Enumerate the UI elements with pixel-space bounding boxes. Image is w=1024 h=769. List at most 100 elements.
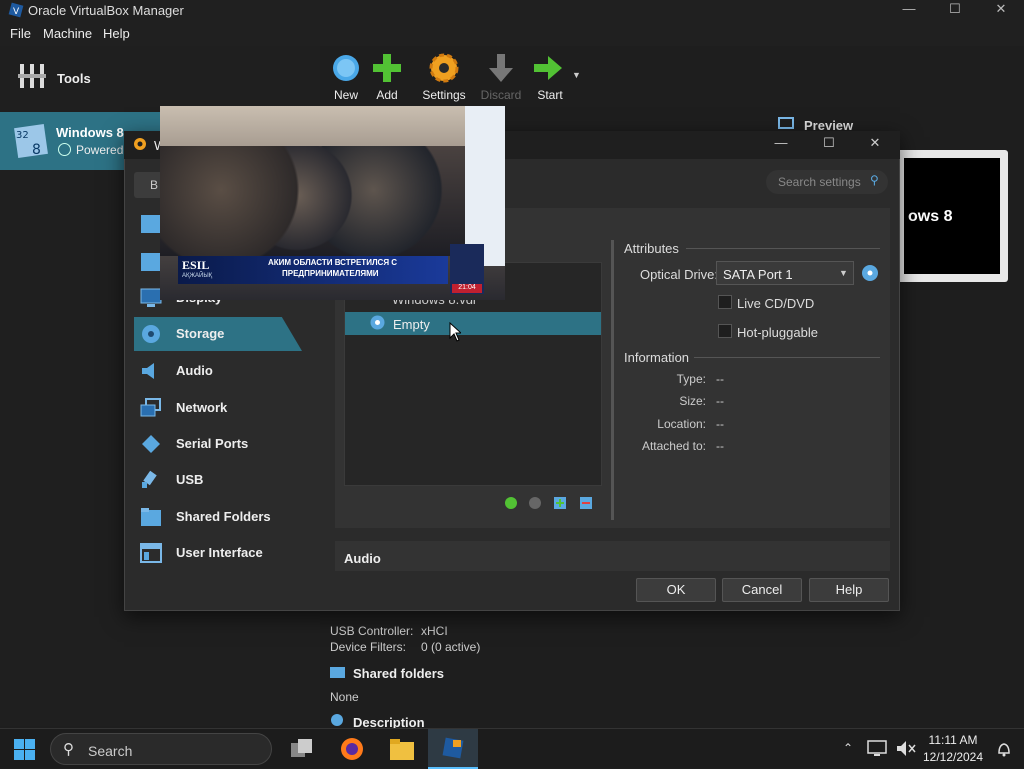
tools-item[interactable]: Tools (0, 50, 320, 106)
discard-button[interactable]: Discard (475, 50, 527, 106)
choose-disk-icon[interactable] (861, 264, 879, 282)
preview-screen: ows 8 (904, 158, 1000, 274)
cancel-button[interactable]: Cancel (722, 578, 802, 602)
dialog-maximize-button[interactable]: ☐ (814, 135, 844, 151)
menu-help[interactable]: Help (103, 26, 130, 41)
start-button[interactable]: ▼ Start (524, 50, 581, 106)
new-icon (333, 55, 359, 81)
show-hidden-icons-icon[interactable]: ⌃ (843, 741, 853, 755)
device-filters-label: Device Filters: (330, 640, 407, 654)
settings-button[interactable]: Settings (418, 50, 470, 106)
video-overlay[interactable]: ESIL АҚЖАЙЫҚ АКИМ ОБЛАСТИ ВСТРЕТИЛСЯ С П… (160, 106, 505, 300)
hot-pluggable-label: Hot-pluggable (737, 325, 818, 340)
taskbar-date[interactable]: 12/12/2024 (918, 750, 988, 764)
general-icon (141, 215, 161, 233)
optical-drive-value: SATA Port 1 (723, 267, 793, 282)
sidebar-item-user-interface-label: User Interface (176, 545, 263, 560)
virtualbox-taskbar-icon (442, 737, 464, 759)
start-dropdown-icon[interactable]: ▼ (572, 70, 581, 80)
svg-text:8: 8 (32, 142, 41, 158)
file-explorer-icon[interactable] (389, 737, 415, 761)
hot-pluggable-checkbox[interactable] (718, 324, 732, 338)
shared-folders-icon (141, 508, 161, 526)
attributes-divider (686, 248, 880, 249)
audio-section-title: Audio (344, 551, 381, 566)
tree-item-empty[interactable]: Empty (345, 312, 601, 335)
sidebar-item-usb[interactable]: USB (134, 463, 302, 497)
dialog-close-button[interactable]: ✕ (860, 135, 890, 151)
taskbar-virtualbox-button[interactable] (428, 729, 478, 769)
sidebar-item-network[interactable]: Network (134, 391, 302, 425)
information-divider (694, 357, 880, 358)
video-banner (465, 106, 505, 266)
attached-to-value: -- (716, 439, 724, 453)
sidebar-item-shared-folders[interactable]: Shared Folders (134, 500, 302, 534)
start-icon (534, 56, 562, 80)
taskbar-time[interactable]: 11:11 AM (918, 733, 988, 747)
usb-controller-value: xHCI (421, 624, 448, 638)
maximize-button[interactable]: ☐ (932, 0, 978, 22)
search-settings-placeholder: Search settings (778, 175, 861, 189)
add-label: Add (376, 88, 398, 102)
sidebar-item-audio[interactable]: Audio (134, 354, 302, 388)
network-status-icon[interactable] (867, 740, 887, 757)
add-attachment-icon[interactable] (553, 496, 567, 510)
help-button[interactable]: Help (809, 578, 889, 602)
remove-attachment-icon[interactable] (579, 496, 593, 510)
menu-machine[interactable]: Machine (43, 26, 92, 41)
attached-to-label: Attached to: (641, 439, 706, 453)
preview-screen-text: ows 8 (908, 208, 953, 225)
windows-start-icon[interactable] (14, 739, 35, 760)
sidebar-item-shared-folders-label: Shared Folders (176, 509, 271, 524)
display-icon (140, 288, 162, 307)
audio-section-header[interactable]: Audio (335, 541, 890, 571)
menu-file[interactable]: File (10, 26, 31, 41)
tools-label: Tools (57, 71, 91, 86)
firefox-icon[interactable] (340, 737, 364, 761)
usb-controller-label: USB Controller: (330, 624, 414, 638)
type-value: -- (716, 372, 724, 386)
title-bar: V Oracle VirtualBox Manager — ☐ ✕ (0, 0, 1024, 22)
optical-drive-select[interactable]: SATA Port 1 ▼ (716, 261, 854, 285)
discard-label: Discard (480, 88, 522, 102)
chevron-down-icon: ▼ (839, 268, 848, 278)
audience-image (160, 146, 465, 256)
size-value: -- (716, 394, 724, 408)
shared-folders-title[interactable]: Shared folders (353, 666, 444, 681)
sidebar-item-serial-ports[interactable]: Serial Ports (134, 427, 302, 461)
type-label: Type: (676, 372, 706, 386)
task-view-icon[interactable] (290, 738, 314, 760)
power-icon (58, 143, 71, 156)
taskbar-search[interactable]: ⚲ Search (50, 733, 272, 765)
minimize-button[interactable]: — (886, 0, 932, 22)
tools-icon (18, 64, 46, 88)
add-button[interactable]: Add (361, 50, 413, 106)
sidebar-item-storage[interactable]: Storage (134, 317, 302, 351)
information-title: Information (624, 350, 690, 365)
attributes-title: Attributes (624, 241, 679, 256)
description-section-icon (331, 714, 343, 726)
speaker-muted-icon[interactable] (896, 740, 916, 757)
close-button[interactable]: ✕ (978, 0, 1024, 22)
shared-folders-section-icon (330, 667, 345, 678)
user-interface-icon (140, 543, 162, 563)
notification-bell-icon[interactable] (996, 741, 1012, 757)
remove-controller-icon[interactable] (528, 496, 542, 510)
windows-8-os-icon: 328 (14, 124, 48, 158)
search-settings-field[interactable]: Search settings ⚲ (766, 170, 888, 194)
settings-icon (429, 53, 459, 83)
dialog-minimize-button[interactable]: — (766, 135, 796, 150)
add-controller-icon[interactable] (504, 496, 518, 510)
sidebar-item-user-interface[interactable]: User Interface (134, 536, 302, 570)
ok-button[interactable]: OK (636, 578, 716, 602)
basic-tab-label: B (150, 178, 159, 192)
mouse-cursor-icon (449, 322, 461, 342)
search-icon: ⚲ (63, 741, 74, 758)
vm-state: Powered (76, 143, 124, 157)
live-cd-checkbox[interactable] (718, 295, 732, 309)
sidebar-item-network-label: Network (176, 400, 228, 415)
menu-bar: File Machine Help (0, 22, 1024, 46)
sidebar-item-usb-label: USB (176, 472, 204, 487)
panel-splitter[interactable] (611, 240, 614, 520)
location-value: -- (716, 417, 724, 431)
